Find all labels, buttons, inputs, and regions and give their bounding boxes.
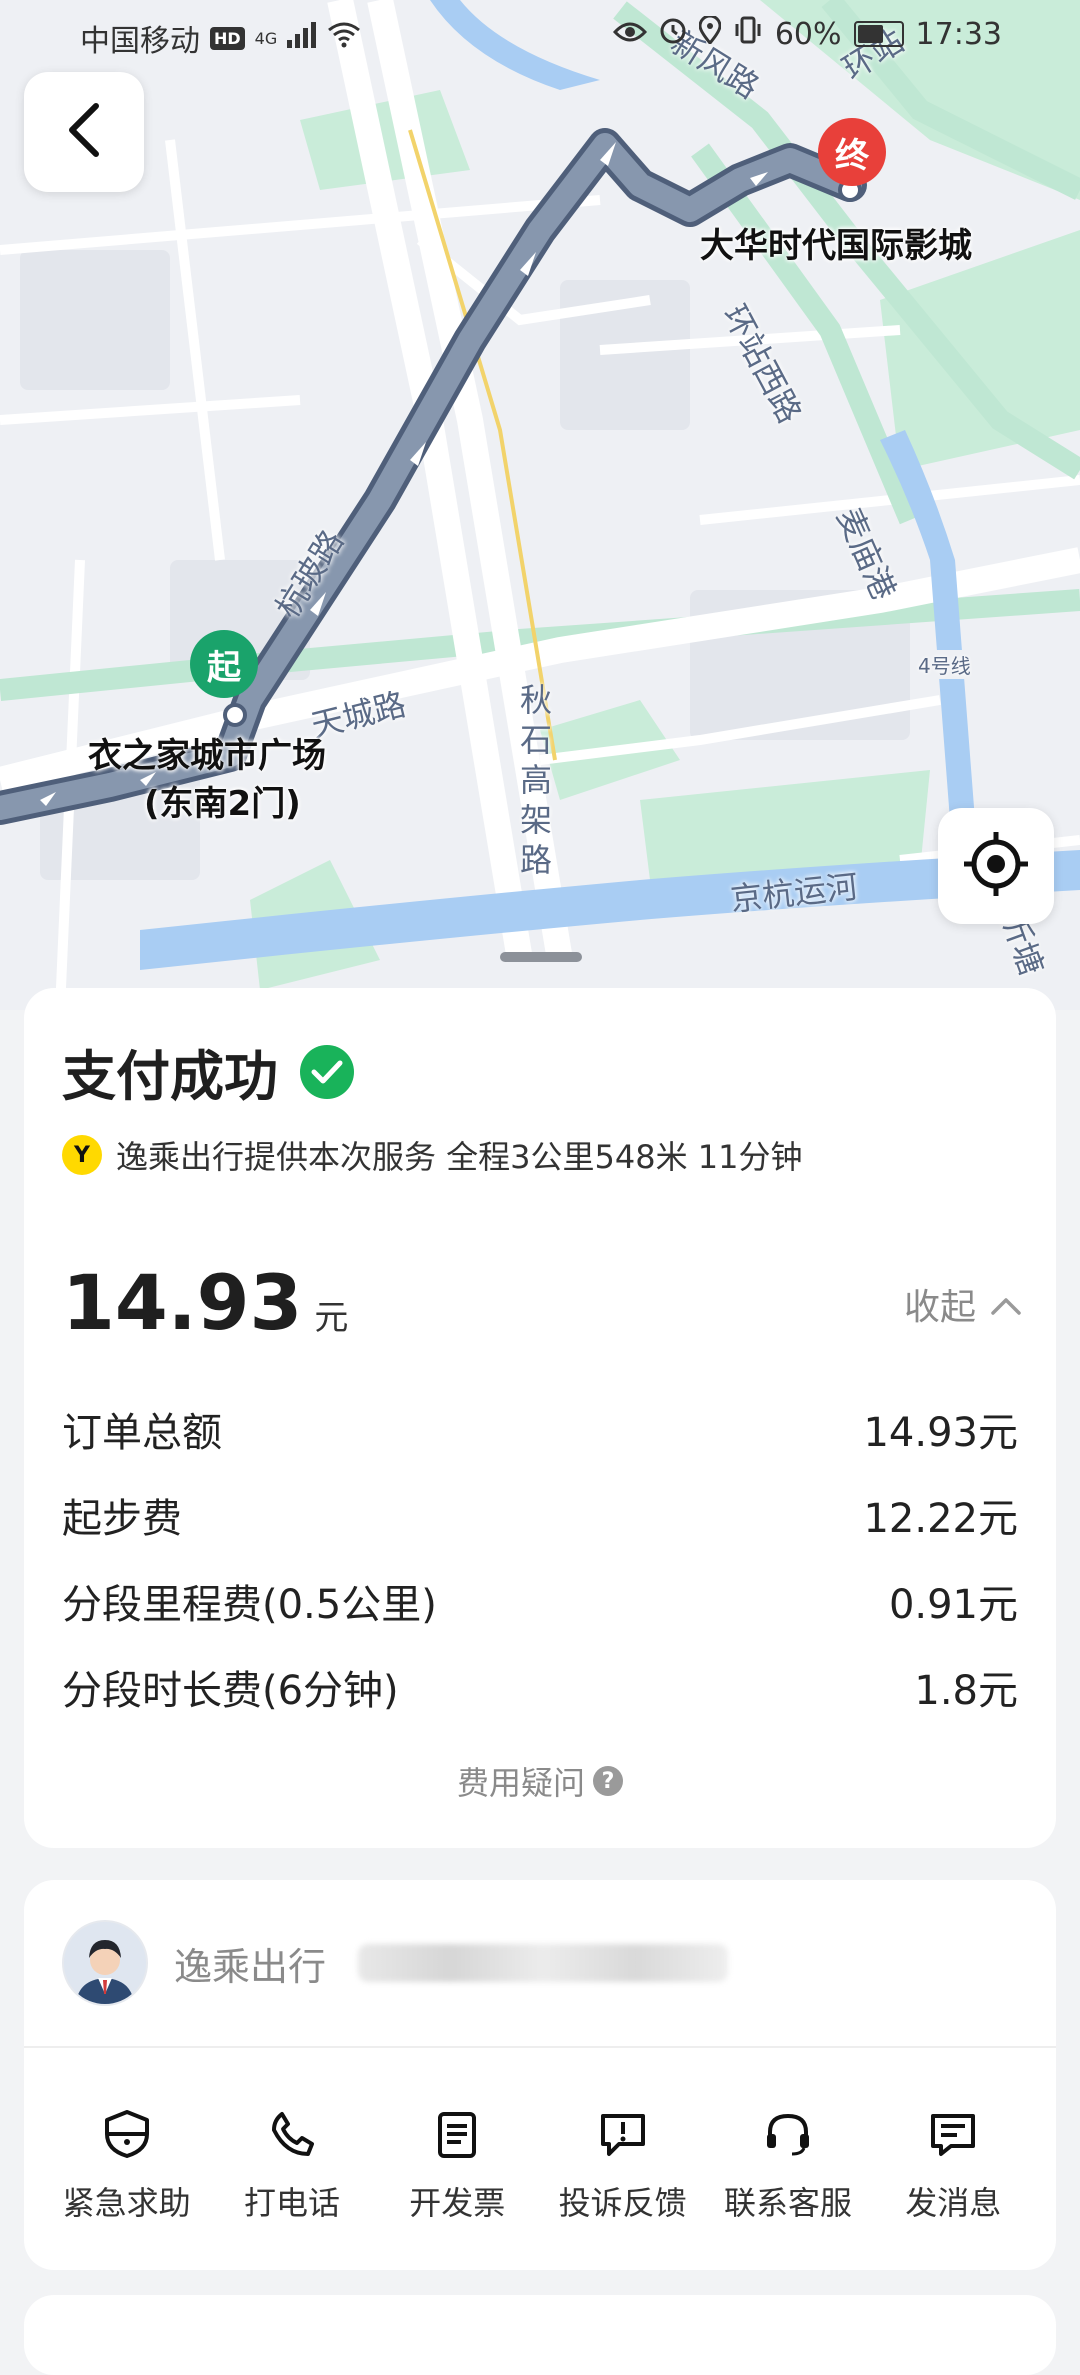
customer-service-button[interactable]: 联系客服 (713, 2106, 863, 2224)
headset-icon (760, 2106, 816, 2162)
driver-name: 逸乘出行 (174, 1944, 327, 1989)
end-pin[interactable]: 终 (818, 118, 886, 186)
send-message-button[interactable]: 发消息 (878, 2106, 1028, 2224)
total-price: 14.93 元 (62, 1258, 348, 1347)
fee-value: 14.93元 (863, 1410, 1018, 1456)
fee-value: 0.91元 (888, 1582, 1018, 1628)
crosshair-icon (962, 830, 1030, 902)
collapse-button[interactable]: 收起 (904, 1278, 1022, 1330)
wifi-icon (327, 21, 361, 56)
action-label: 打电话 (243, 2184, 340, 2222)
network-type: 4G (254, 28, 278, 48)
complaint-button[interactable]: 投诉反馈 (548, 2106, 698, 2224)
fee-value: 12.22元 (863, 1496, 1018, 1542)
locate-button[interactable] (938, 808, 1054, 924)
road-label-metro: 4号线 (912, 650, 977, 679)
carrier-name: 中国移动 (80, 24, 200, 59)
chevron-left-icon (64, 100, 104, 164)
check-circle-icon (300, 1044, 354, 1099)
fee-label: 订单总额 (62, 1410, 222, 1456)
fee-row-duration: 分段时长费(6分钟) 1.8元 (62, 1644, 1018, 1730)
end-place-name: 大华时代国际影城 (700, 226, 972, 266)
battery-icon (853, 21, 904, 47)
start-pin[interactable]: 起 (190, 630, 258, 698)
hd-badge: HD (210, 26, 245, 50)
chevron-up-icon (990, 1284, 1022, 1325)
divider (24, 2046, 1056, 2048)
bottom-card (24, 2295, 1056, 2375)
sheet-drag-handle[interactable] (500, 952, 582, 962)
collapse-label: 收起 (903, 1287, 976, 1328)
fee-label: 起步费 (62, 1496, 182, 1542)
battery-percent: 60% (774, 16, 842, 52)
action-label: 开发票 (409, 2184, 506, 2222)
masked-plate (358, 1944, 729, 1982)
action-bar: 紧急求助 打电话 开发票 投诉反馈 联系客服 发消息 (24, 2106, 1056, 2224)
complaint-icon (595, 2106, 651, 2162)
action-label: 紧急求助 (62, 2184, 191, 2222)
route-map[interactable]: 新风路 环站 环站西路 杭玻路 天城路 秋石高架路 京杭运河 麦庙港 4号线 沂… (0, 0, 1080, 1010)
invoice-icon (429, 2106, 485, 2162)
driver-card: 逸乘出行 紧急求助 打电话 开发票 投诉反馈 联系客服 发消息 (24, 1880, 1056, 2270)
service-info-row: Y 逸乘出行提供本次服务 全程3公里548米 11分钟 (62, 1132, 803, 1178)
location-icon (698, 14, 722, 52)
fee-label: 分段里程费(0.5公里) (62, 1582, 437, 1628)
invoice-button[interactable]: 开发票 (382, 2106, 532, 2224)
fee-question-link[interactable]: 费用疑问 ? (24, 1758, 1056, 1804)
action-label: 投诉反馈 (558, 2184, 687, 2222)
action-label: 发消息 (905, 2184, 1002, 2222)
shield-icon (99, 2106, 155, 2162)
start-place-gate: (东南2门) (144, 784, 301, 824)
fee-label: 分段时长费(6分钟) (62, 1668, 399, 1714)
question-icon: ? (593, 1766, 623, 1796)
signal-icon (287, 21, 317, 56)
vibrate-icon (733, 16, 763, 52)
road-label-qiushi: 秋石高架路 (520, 681, 553, 879)
fee-row-base: 起步费 12.22元 (62, 1472, 1018, 1558)
emergency-help-button[interactable]: 紧急求助 (52, 2106, 202, 2224)
status-bar: 中国移动 HD 4G 60% 17:33 (0, 0, 1080, 70)
phone-icon (264, 2106, 320, 2162)
call-button[interactable]: 打电话 (217, 2106, 367, 2224)
alarm-icon (659, 16, 687, 52)
battery-level-fill (857, 25, 883, 43)
fee-row-distance: 分段里程费(0.5公里) 0.91元 (62, 1558, 1018, 1644)
provider-logo-icon: Y (62, 1135, 102, 1175)
avatar (62, 1920, 148, 2006)
payment-title-row: 支付成功 (62, 1032, 354, 1111)
total-unit: 元 (314, 1298, 349, 1338)
clock: 17:33 (915, 16, 1002, 52)
total-amount: 14.93 (62, 1258, 303, 1347)
driver-info[interactable]: 逸乘出行 (62, 1920, 729, 2006)
start-dot (223, 703, 247, 727)
eye-icon (612, 17, 647, 52)
payment-title: 支付成功 (62, 1045, 278, 1108)
fee-question-label: 费用疑问 (456, 1764, 585, 1802)
fee-row-order-total: 订单总额 14.93元 (62, 1386, 1018, 1472)
service-info-text: 逸乘出行提供本次服务 全程3公里548米 11分钟 (116, 1138, 803, 1176)
fee-list: 订单总额 14.93元 起步费 12.22元 分段里程费(0.5公里) 0.91… (62, 1386, 1018, 1730)
action-label: 联系客服 (723, 2184, 852, 2222)
payment-card: 支付成功 Y 逸乘出行提供本次服务 全程3公里548米 11分钟 14.93 元… (24, 988, 1056, 1848)
back-button[interactable] (24, 72, 144, 192)
start-place-name: 衣之家城市广场 (88, 736, 326, 776)
message-icon (925, 2106, 981, 2162)
fee-value: 1.8元 (914, 1668, 1018, 1714)
